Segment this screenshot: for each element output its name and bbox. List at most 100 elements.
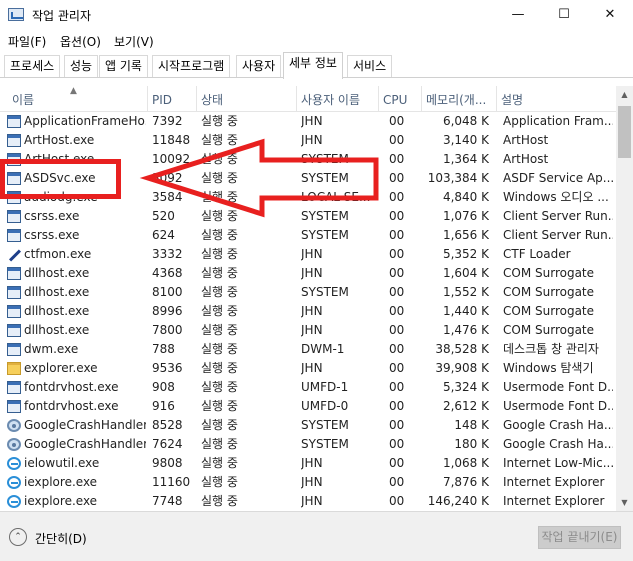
menu-file[interactable]: 파일(F) xyxy=(8,33,46,50)
sort-ascending-icon: ▲ xyxy=(70,86,77,96)
cell-status: 실행 중 xyxy=(201,494,238,508)
app-icon xyxy=(7,134,21,147)
cell-mem: 2,612 K xyxy=(442,399,489,413)
tab-app-history[interactable]: 앱 기록 xyxy=(99,55,148,77)
annotation-highlight-box xyxy=(0,159,121,199)
cell-pid: 916 xyxy=(152,399,175,413)
cell-user: JHN xyxy=(301,266,323,280)
cell-cpu: 00 xyxy=(389,475,405,489)
scroll-up-icon[interactable]: ▲ xyxy=(616,86,633,103)
table-row[interactable]: explorer.exe 9536 실행 중 JHN 00 39,908 K Windows… xyxy=(0,359,616,378)
tab-services[interactable]: 서비스 xyxy=(347,55,393,77)
cell-desc: Internet Explorer xyxy=(503,494,605,508)
cell-mem: 7,876 K xyxy=(442,475,489,489)
table-row[interactable]: iexplore.exe 11160 실행 중 JHN 00 7,876 K Interne… xyxy=(0,473,616,492)
table-row[interactable]: ctfmon.exe 3332 실행 중 JHN 00 5,352 K CTF Loader xyxy=(0,245,616,264)
scroll-down-icon[interactable]: ▼ xyxy=(616,494,633,511)
minimize-button[interactable]: — xyxy=(495,0,541,30)
cell-name: explorer.exe xyxy=(24,361,98,375)
cell-mem: 146,240 K xyxy=(427,494,489,508)
table-row[interactable]: dwm.exe 788 실행 중 DWM-1 00 38,528 K 데스크톱 창 관리자 xyxy=(0,340,616,359)
cell-user: LOCAL SE... xyxy=(301,190,371,204)
cell-pid: 624 xyxy=(152,228,175,242)
tab-details[interactable]: 세부 정보 xyxy=(283,52,343,79)
cell-name: dllhost.exe xyxy=(24,304,90,318)
table-row[interactable]: iexplore.exe 7748 실행 중 JHN 00 146,240 K Intern… xyxy=(0,492,616,511)
cell-name: ielowutil.exe xyxy=(24,456,100,470)
column-memory[interactable]: 메모리(개... xyxy=(422,86,497,112)
end-task-button[interactable]: 작업 끝내기(E) xyxy=(538,526,621,549)
cell-mem: 5,352 K xyxy=(442,247,489,261)
cell-pid: 7748 xyxy=(152,494,183,508)
cell-name: iexplore.exe xyxy=(24,475,98,489)
cell-desc: COM Surrogate xyxy=(503,266,595,280)
pen-icon xyxy=(7,248,21,261)
cell-user: JHN xyxy=(301,133,323,147)
cell-name: dllhost.exe xyxy=(24,323,90,337)
tab-processes[interactable]: 프로세스 xyxy=(4,55,61,77)
cell-name: iexplore.exe xyxy=(24,494,98,508)
cell-status: 실행 중 xyxy=(201,266,238,280)
cell-desc: Internet Low-Mic... xyxy=(503,456,613,470)
menu-options[interactable]: 옵션(O) xyxy=(60,33,101,50)
cell-mem: 38,528 K xyxy=(435,342,489,356)
cell-cpu: 00 xyxy=(389,209,405,223)
maximize-button[interactable]: ☐ xyxy=(541,0,587,30)
ie-icon xyxy=(7,457,21,470)
cell-user: JHN xyxy=(301,323,323,337)
table-row[interactable]: fontdrvhost.exe 916 실행 중 UMFD-0 00 2,612 K Use… xyxy=(0,397,616,416)
table-row[interactable]: fontdrvhost.exe 908 실행 중 UMFD-1 00 5,324 K Use… xyxy=(0,378,616,397)
cell-status: 실행 중 xyxy=(201,399,238,413)
cell-name: ArtHost.exe xyxy=(24,133,95,147)
table-row[interactable]: csrss.exe 624 실행 중 SYSTEM 00 1,656 K Client Se… xyxy=(0,226,616,245)
table-row[interactable]: csrss.exe 520 실행 중 SYSTEM 00 1,076 K Client Se… xyxy=(0,207,616,226)
cell-pid: 9808 xyxy=(152,456,183,470)
tab-users[interactable]: 사용자 xyxy=(236,55,282,77)
cell-status: 실행 중 xyxy=(201,361,238,375)
table-row[interactable]: ArtHost.exe 11848 실행 중 JHN 00 3,140 K ArtHost xyxy=(0,131,616,150)
collapse-chevron-icon[interactable]: ⌃ xyxy=(9,528,27,546)
gear-icon xyxy=(7,438,21,451)
column-header-row: 이름 PID 상태 사용자 이름 CPU 메모리(개... 설명 xyxy=(0,86,616,112)
cell-cpu: 00 xyxy=(389,418,405,432)
cell-desc: ASDF Service Ap... xyxy=(503,171,613,185)
scrollbar-thumb[interactable] xyxy=(618,106,631,158)
column-status[interactable]: 상태 xyxy=(197,86,297,112)
cell-status: 실행 중 xyxy=(201,418,238,432)
column-pid[interactable]: PID xyxy=(148,86,197,112)
cell-name: ctfmon.exe xyxy=(24,247,92,261)
task-manager-icon xyxy=(8,8,24,21)
collapse-label[interactable]: 간단히(D) xyxy=(35,530,87,547)
column-user[interactable]: 사용자 이름 xyxy=(297,86,379,112)
table-row[interactable]: dllhost.exe 4368 실행 중 JHN 00 1,604 K COM Surro… xyxy=(0,264,616,283)
cell-name: dllhost.exe xyxy=(24,285,90,299)
table-row[interactable]: GoogleCrashHandler.... 7624 실행 중 SYSTEM 00 18… xyxy=(0,435,616,454)
cell-status: 실행 중 xyxy=(201,285,238,299)
cell-pid: 8996 xyxy=(152,304,183,318)
column-description[interactable]: 설명 xyxy=(497,86,616,112)
cell-pid: 520 xyxy=(152,209,175,223)
table-row[interactable]: dllhost.exe 8100 실행 중 SYSTEM 00 1,552 K COM Su… xyxy=(0,283,616,302)
cell-cpu: 00 xyxy=(389,114,405,128)
cell-pid: 7392 xyxy=(152,114,183,128)
table-row[interactable]: dllhost.exe 7800 실행 중 JHN 00 1,476 K COM Surro… xyxy=(0,321,616,340)
cell-mem: 1,656 K xyxy=(442,228,489,242)
column-cpu[interactable]: CPU xyxy=(379,86,422,112)
close-button[interactable]: ✕ xyxy=(587,0,633,30)
cell-desc: Windows 오디오 ... xyxy=(503,190,609,204)
tab-startup[interactable]: 시작프로그램 xyxy=(152,55,231,77)
cell-desc: 데스크톱 창 관리자 xyxy=(503,342,599,356)
cell-status: 실행 중 xyxy=(201,247,238,261)
tab-performance[interactable]: 성능 xyxy=(64,55,99,77)
table-row[interactable]: ielowutil.exe 9808 실행 중 JHN 00 1,068 K Interne… xyxy=(0,454,616,473)
vertical-scrollbar[interactable]: ▲ ▼ xyxy=(616,86,633,511)
table-row[interactable]: GoogleCrashHandler.... 8528 실행 중 SYSTEM 00 14… xyxy=(0,416,616,435)
menu-view[interactable]: 보기(V) xyxy=(114,33,154,50)
table-row[interactable]: dllhost.exe 8996 실행 중 JHN 00 1,440 K COM Surro… xyxy=(0,302,616,321)
cell-cpu: 00 xyxy=(389,361,405,375)
cell-desc: Google Crash Ha... xyxy=(503,418,613,432)
cell-desc: Internet Explorer xyxy=(503,475,605,489)
ie-icon xyxy=(7,495,21,508)
table-row[interactable]: ApplicationFrameHo... 7392 실행 중 JHN 00 6,048 … xyxy=(0,112,616,131)
folder-icon xyxy=(7,362,21,375)
